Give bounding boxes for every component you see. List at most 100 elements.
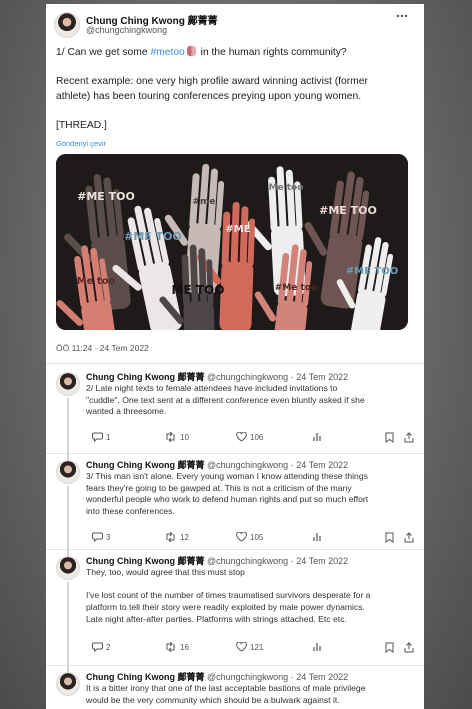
retweet-icon bbox=[164, 532, 177, 542]
main-tweet: Chung Ching Kwong 鄺菁菁 @chungchingkwong 1… bbox=[46, 4, 424, 364]
share-button[interactable] bbox=[404, 642, 414, 653]
reply-text: 2/ Late night texts to female attendees … bbox=[86, 383, 365, 418]
hand-label: #ME bbox=[225, 224, 250, 235]
author-name[interactable]: Chung Ching Kwong 鄺菁菁 bbox=[86, 672, 204, 682]
reply-text-line: "cuddle". One text sent at a different c… bbox=[86, 394, 365, 405]
tweet-text-line: Recent example: one very high profile aw… bbox=[56, 76, 368, 87]
reply-icon bbox=[92, 642, 103, 652]
thread-connector-line bbox=[67, 582, 69, 666]
hand-label: #me bbox=[192, 197, 215, 207]
author-handle[interactable]: @chungchingkwong bbox=[207, 556, 288, 566]
reply-text-line: 2/ Late night texts to female attendees … bbox=[86, 383, 338, 393]
share-icon bbox=[404, 432, 414, 443]
share-button[interactable] bbox=[404, 432, 414, 443]
retweet-button[interactable]: 12 bbox=[164, 532, 189, 542]
dot-separator: · bbox=[290, 460, 294, 470]
reply-text-line: fears they're going to be gawped at. Thi… bbox=[86, 482, 352, 493]
like-count: 106 bbox=[250, 432, 264, 442]
views-button[interactable] bbox=[312, 642, 322, 652]
reply-text-line: It is a bitter irony that one of the las… bbox=[86, 683, 366, 693]
hand-label: #ME TOO bbox=[124, 230, 182, 243]
avatar[interactable] bbox=[56, 672, 80, 696]
share-icon bbox=[404, 532, 414, 543]
like-button[interactable]: 121 bbox=[236, 642, 263, 652]
reply-text-line: I've lost count of the number of times t… bbox=[86, 590, 371, 601]
bookmark-button[interactable] bbox=[385, 432, 394, 443]
translate-tweet-link[interactable]: Gönderiyi çevir bbox=[56, 139, 106, 148]
like-count: 105 bbox=[250, 532, 264, 542]
reply-count: 3 bbox=[106, 532, 111, 542]
hand-label: #ME TOO bbox=[77, 190, 135, 203]
dot-separator: · bbox=[290, 672, 294, 682]
author-name[interactable]: Chung Ching Kwong 鄺菁菁 bbox=[86, 556, 204, 566]
reply-text: It is a bitter irony that one of the las… bbox=[86, 683, 365, 706]
reply-text: They, too, would agree that this must st… bbox=[86, 567, 370, 626]
reply-text-line: into these conferences. bbox=[86, 506, 175, 517]
like-count: 121 bbox=[250, 642, 264, 652]
reply-icon bbox=[92, 432, 103, 442]
thread-reply[interactable]: Chung Ching Kwong 鄺菁菁 @chungchingkwong ·… bbox=[46, 454, 424, 550]
share-icon bbox=[404, 642, 414, 653]
avatar[interactable] bbox=[56, 556, 80, 580]
hashtag-link[interactable]: #metoo bbox=[150, 47, 184, 58]
retweet-button[interactable]: 10 bbox=[164, 432, 189, 442]
avatar[interactable] bbox=[56, 460, 80, 484]
reply-text-line: platform to tell their story were readil… bbox=[86, 602, 365, 613]
reply-button[interactable]: 1 bbox=[92, 432, 110, 442]
reply-text-line: They, too, would agree that this must st… bbox=[86, 567, 245, 577]
tweet-image[interactable]: #ME TOO #me Me too #ME TOO #ME TOO #ME #… bbox=[56, 154, 408, 330]
avatar[interactable] bbox=[54, 12, 80, 38]
reply-button[interactable]: 2 bbox=[92, 642, 110, 652]
retweet-count: 16 bbox=[180, 642, 189, 652]
dot-separator: · bbox=[290, 372, 294, 382]
bookmark-icon bbox=[385, 642, 394, 653]
tweet-text-line: athlete) has been touring conferences pr… bbox=[56, 91, 362, 102]
thread-reply[interactable]: Chung Ching Kwong 鄺菁菁 @chungchingkwong ·… bbox=[46, 550, 424, 666]
reply-header: Chung Ching Kwong 鄺菁菁 @chungchingkwong ·… bbox=[86, 670, 348, 683]
author-handle[interactable]: @chungchingkwong bbox=[207, 672, 288, 682]
avatar[interactable] bbox=[56, 372, 80, 396]
retweet-count: 10 bbox=[180, 432, 189, 442]
views-icon bbox=[312, 432, 322, 442]
reply-header: Chung Ching Kwong 鄺菁菁 @chungchingkwong ·… bbox=[86, 370, 348, 383]
retweet-button[interactable]: 16 bbox=[164, 642, 189, 652]
reply-text-line: would be the very community which should… bbox=[86, 694, 340, 705]
share-button[interactable] bbox=[404, 532, 414, 543]
tweet-text-line: 1/ Can we get some #metoo in the human r… bbox=[56, 46, 347, 60]
reply-text-line: 3/ This man isn't alone. Every young wom… bbox=[86, 471, 368, 481]
reply-date[interactable]: 24 Tem 2022 bbox=[296, 556, 348, 566]
bookmark-button[interactable] bbox=[385, 532, 394, 543]
author-handle[interactable]: @chungchingkwong bbox=[207, 460, 288, 470]
bookmark-button[interactable] bbox=[385, 642, 394, 653]
tweet-thread-card: Chung Ching Kwong 鄺菁菁 @chungchingkwong 1… bbox=[46, 4, 424, 709]
views-icon bbox=[312, 532, 322, 542]
thread-connector-line bbox=[67, 398, 69, 454]
views-button[interactable] bbox=[312, 532, 322, 542]
hand-label: #ME TOO bbox=[319, 204, 377, 217]
hand-label: Me too bbox=[269, 183, 304, 193]
reply-date[interactable]: 24 Tem 2022 bbox=[296, 372, 348, 382]
tweet-text-segment: 1/ Can we get some bbox=[56, 47, 151, 58]
views-button[interactable] bbox=[312, 432, 322, 442]
reply-button[interactable]: 3 bbox=[92, 532, 110, 542]
author-handle[interactable]: @chungchingkwong bbox=[86, 25, 167, 35]
thread-connector-line bbox=[67, 486, 69, 550]
thread-reply[interactable]: Chung Ching Kwong 鄺菁菁 @chungchingkwong ·… bbox=[46, 666, 424, 709]
more-icon[interactable] bbox=[396, 14, 408, 18]
reply-text-blank-line bbox=[86, 579, 370, 591]
raised-hands-emoji-icon bbox=[186, 46, 196, 56]
like-button[interactable]: 106 bbox=[236, 432, 263, 442]
retweet-count: 12 bbox=[180, 532, 189, 542]
dot-separator: · bbox=[290, 556, 294, 566]
thread-reply[interactable]: Chung Ching Kwong 鄺菁菁 @chungchingkwong ·… bbox=[46, 366, 424, 454]
reply-date[interactable]: 24 Tem 2022 bbox=[296, 672, 348, 682]
author-name[interactable]: Chung Ching Kwong 鄺菁菁 bbox=[86, 372, 204, 382]
reply-header: Chung Ching Kwong 鄺菁菁 @chungchingkwong ·… bbox=[86, 554, 348, 567]
author-name[interactable]: Chung Ching Kwong 鄺菁菁 bbox=[86, 460, 204, 470]
reply-date[interactable]: 24 Tem 2022 bbox=[296, 460, 348, 470]
reply-text-line: Late night after-after parties. Platform… bbox=[86, 613, 347, 624]
like-button[interactable]: 105 bbox=[236, 532, 263, 542]
tweet-timestamp[interactable]: ÖÖ 11:24 · 24 Tem 2022 bbox=[56, 343, 149, 353]
hand-label: ME TOO bbox=[172, 283, 225, 297]
author-handle[interactable]: @chungchingkwong bbox=[207, 372, 288, 382]
